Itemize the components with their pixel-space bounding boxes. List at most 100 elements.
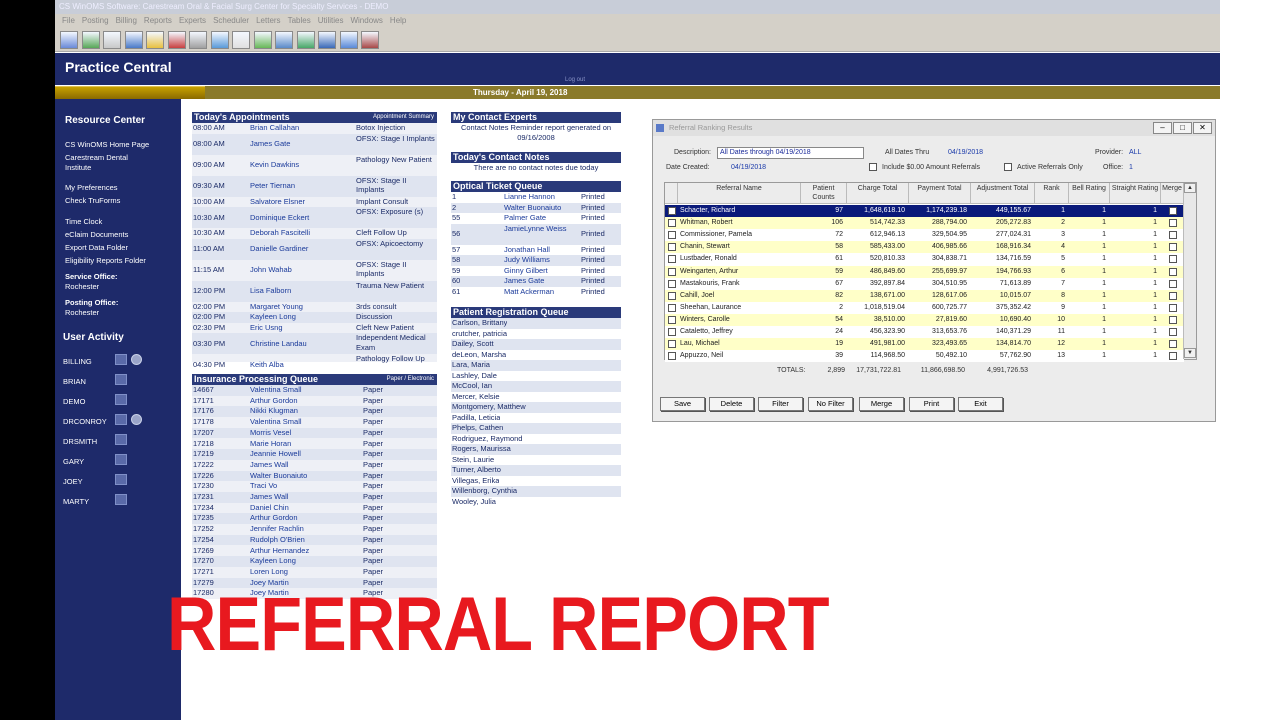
exit-button[interactable]: Exit: [958, 397, 1003, 411]
toolbar-tool-icon[interactable]: [60, 31, 78, 49]
row-select-checkbox[interactable]: [668, 315, 676, 324]
referral-row[interactable]: Schacter, Richard 97 1,648,618.10 1,174,239…: [665, 205, 1184, 217]
appointment-row[interactable]: 08:00 AM James Gate OFSX: Stage I Implants: [192, 133, 437, 155]
registration-patient[interactable]: Carlson, Brittany: [452, 318, 507, 328]
menu-item-letters[interactable]: Letters: [256, 16, 280, 25]
toolbar-tool-icon[interactable]: [146, 31, 164, 49]
sidebar-link-eligibility[interactable]: Eligibility Reports Folder: [65, 256, 146, 265]
merge-checkbox[interactable]: [1169, 352, 1177, 361]
merge-checkbox[interactable]: [1169, 279, 1177, 288]
merge-checkbox[interactable]: [1169, 243, 1177, 252]
delete-button[interactable]: Delete: [709, 397, 754, 411]
registration-row[interactable]: crutcher, patricia: [451, 329, 621, 340]
merge-button[interactable]: Merge: [859, 397, 904, 411]
appointment-patient[interactable]: Danielle Gardiner: [250, 244, 355, 254]
optical-patient[interactable]: Judy Williams: [504, 255, 574, 265]
registration-patient[interactable]: Turner, Alberto: [452, 465, 501, 475]
insurance-patient[interactable]: Walter Buonaiuto: [250, 471, 350, 481]
merge-checkbox[interactable]: [1169, 303, 1177, 312]
sidebar-link-home[interactable]: CS WinOMS Home Page: [65, 140, 173, 149]
insurance-patient[interactable]: Arthur Gordon: [250, 396, 350, 406]
insurance-row[interactable]: 17226 Walter Buonaiuto Paper: [192, 470, 437, 482]
appointment-row[interactable]: 10:00 AM Salvatore Elsner Implant Consult: [192, 197, 437, 208]
toolbar-tool-icon[interactable]: [210, 31, 229, 49]
insurance-patient[interactable]: Marie Horan: [250, 439, 350, 449]
save-button[interactable]: Save: [660, 397, 705, 411]
appointment-row[interactable]: 02:00 PM Kayleen Long Discussion: [192, 312, 437, 323]
insurance-row[interactable]: 17230 Traci Vo Paper: [192, 481, 437, 492]
toolbar-tool-icon[interactable]: [124, 31, 143, 49]
insurance-row[interactable]: 17254 Rudolph O'Brien Paper: [192, 534, 437, 546]
sidebar-link-preferences[interactable]: My Preferences: [65, 183, 118, 192]
registration-row[interactable]: Turner, Alberto: [451, 465, 621, 476]
optical-patient[interactable]: James Gate: [504, 276, 574, 286]
appointment-patient[interactable]: John Wahab: [250, 265, 355, 275]
optical-patient[interactable]: Jonathan Hall: [504, 245, 574, 255]
merge-checkbox[interactable]: [1169, 255, 1177, 264]
insurance-row[interactable]: 17219 Jeannie Howell Paper: [192, 449, 437, 460]
appointment-row[interactable]: 10:30 AM Deborah Fascitelli Cleft Follow U…: [192, 228, 437, 239]
appointment-patient[interactable]: Brian Callahan: [250, 123, 355, 133]
appointment-row[interactable]: 10:30 AM Dominique Eckert OFSX: Exposure (…: [192, 207, 437, 228]
merge-checkbox[interactable]: [1169, 315, 1177, 324]
registration-patient[interactable]: deLeon, Marsha: [452, 350, 506, 360]
registration-patient[interactable]: Lara, Maria: [452, 360, 490, 370]
insurance-row[interactable]: 17171 Arthur Gordon Paper: [192, 396, 437, 407]
insurance-row[interactable]: 14667 Valentina Small Paper: [192, 385, 437, 396]
sidebar-link-export[interactable]: Export Data Folder: [65, 243, 128, 252]
toolbar-tool-icon[interactable]: [103, 31, 121, 49]
registration-row[interactable]: Phelps, Cathen: [451, 423, 621, 434]
row-select-checkbox[interactable]: [668, 303, 676, 312]
insurance-row[interactable]: 17270 Kayleen Long Paper: [192, 556, 437, 567]
appointment-patient[interactable]: Peter Tiernan: [250, 181, 355, 191]
registration-row[interactable]: Dailey, Scott: [451, 339, 621, 350]
referral-row[interactable]: Mastakouris, Frank 67 392,897.84 304,510.95…: [665, 277, 1184, 290]
menu-item-utilities[interactable]: Utilities: [318, 16, 344, 25]
optical-row[interactable]: 61 Matt Ackerman Printed: [451, 287, 621, 298]
merge-checkbox[interactable]: [1169, 291, 1177, 300]
registration-patient[interactable]: Montgomery, Matthew: [452, 402, 526, 412]
toolbar-tool-icon[interactable]: [318, 31, 336, 49]
registration-row[interactable]: Villegas, Erika: [451, 476, 621, 487]
merge-checkbox[interactable]: [1169, 328, 1177, 336]
menu-item-tables[interactable]: Tables: [288, 16, 311, 25]
insurance-row[interactable]: 17235 Arthur Gordon Paper: [192, 513, 437, 524]
insurance-patient[interactable]: Morris Vesel: [250, 428, 350, 438]
row-select-checkbox[interactable]: [668, 243, 676, 252]
appointment-patient[interactable]: Lisa Falborn: [250, 286, 355, 296]
appointment-patient[interactable]: Keith Alba: [250, 360, 355, 370]
toolbar-tool-icon[interactable]: [81, 31, 100, 49]
registration-patient[interactable]: Mercer, Kelsie: [452, 392, 500, 402]
insurance-row[interactable]: 17231 James Wall Paper: [192, 492, 437, 503]
referral-row[interactable]: Lau, Michael 19 491,981.00 323,493.65 134,81…: [665, 338, 1184, 351]
referral-row[interactable]: Appuzzo, Neil 39 114,968.50 50,492.10 57,762…: [665, 350, 1184, 363]
referral-row[interactable]: Chanin, Stewart 58 585,433.00 406,985.66 168…: [665, 241, 1184, 254]
referral-row[interactable]: Weingarten, Arthur 59 486,849.60 255,699.97…: [665, 265, 1184, 278]
referral-row[interactable]: Cataletto, Jeffrey 24 456,323.90 313,653.76…: [665, 326, 1184, 338]
registration-row[interactable]: Mercer, Kelsie: [451, 392, 621, 403]
optical-row[interactable]: 60 James Gate Printed: [451, 276, 621, 287]
toolbar-tool-icon[interactable]: [232, 31, 250, 49]
appointment-patient[interactable]: James Gate: [250, 139, 355, 149]
close-button[interactable]: ✕: [1193, 122, 1212, 134]
row-select-checkbox[interactable]: [668, 267, 676, 276]
toolbar-tool-icon[interactable]: [296, 31, 315, 49]
sidebar-link-truforms[interactable]: Check TruForms: [65, 196, 120, 205]
registration-row[interactable]: Lara, Maria: [451, 360, 621, 371]
row-select-checkbox[interactable]: [668, 255, 676, 264]
toolbar-tool-icon[interactable]: [253, 31, 272, 49]
insurance-patient[interactable]: Nikki Klugman: [250, 406, 350, 416]
registration-row[interactable]: Rogers, Maurissa: [451, 444, 621, 455]
appointment-patient[interactable]: Eric Usng: [250, 323, 355, 333]
merge-checkbox[interactable]: [1169, 219, 1177, 228]
appointment-patient[interactable]: Deborah Fascitelli: [250, 228, 355, 238]
insurance-patient[interactable]: Valentina Small: [250, 385, 350, 395]
registration-row[interactable]: Stein, Laurie: [451, 455, 621, 466]
appointment-row[interactable]: 11:00 AM Danielle Gardiner OFSX: Apicoecto…: [192, 238, 437, 260]
row-select-checkbox[interactable]: [668, 352, 676, 361]
insurance-patient[interactable]: James Wall: [250, 492, 350, 502]
row-select-checkbox[interactable]: [668, 328, 676, 336]
insurance-patient[interactable]: Kayleen Long: [250, 556, 350, 566]
appointment-summary-link[interactable]: Appointment Summary: [373, 112, 434, 123]
registration-patient[interactable]: Villegas, Erika: [452, 476, 499, 486]
